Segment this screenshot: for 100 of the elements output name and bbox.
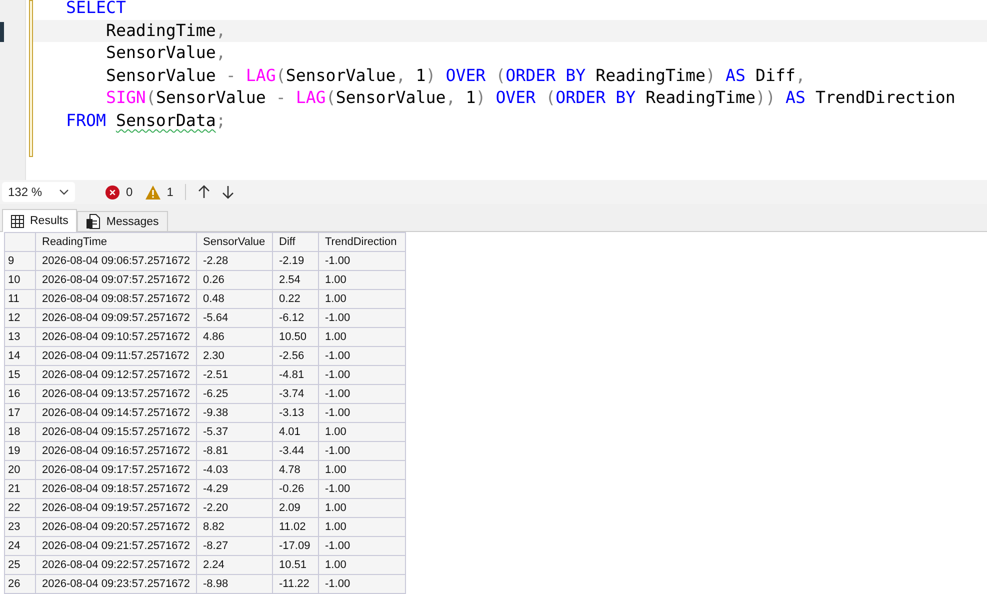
table-cell: -0.26 <box>272 480 318 498</box>
table-cell: 2.30 <box>196 346 272 366</box>
table-cell: 2026-08-04 09:17:57.2571672 <box>36 460 196 480</box>
row-number: 19 <box>4 442 36 460</box>
table-cell: -2.56 <box>272 346 318 366</box>
table-cell: 2026-08-04 09:20:57.2571672 <box>36 518 196 536</box>
table-cell: -8.98 <box>196 574 272 594</box>
table-cell: -4.81 <box>272 366 318 384</box>
warning-icon <box>144 184 161 200</box>
code-line: SIGN(SensorValue - LAG(SensorValue, 1) OVER (ORDER BY ReadingTime)) AS TrendDirection <box>104 87 956 109</box>
table-cell: -1.00 <box>318 252 406 270</box>
table-cell: 2026-08-04 09:13:57.2571672 <box>36 384 196 404</box>
row-number: 22 <box>4 498 36 518</box>
table-cell: 2026-08-04 09:09:57.2571672 <box>36 308 196 328</box>
zoom-dropdown[interactable]: 132 % <box>2 182 75 202</box>
table-cell: 11.02 <box>272 518 318 536</box>
table-cell: 2026-08-04 09:19:57.2571672 <box>36 498 196 518</box>
results-tab[interactable]: Results <box>2 209 78 232</box>
code-line: SensorValue, <box>104 42 227 64</box>
grid-icon <box>11 214 24 228</box>
table-cell: -6.12 <box>272 308 318 328</box>
table-cell: -2.28 <box>196 252 272 270</box>
results-tab[interactable]: Messages <box>77 211 168 231</box>
warning-count: 1 <box>166 185 174 199</box>
table-cell: 2026-08-04 09:22:57.2571672 <box>36 556 196 574</box>
table-cell: 0.26 <box>196 270 272 290</box>
error-icon <box>105 184 120 200</box>
table-cell: 2026-08-04 09:18:57.2571672 <box>36 480 196 498</box>
table-cell: 2026-08-04 09:23:57.2571672 <box>36 574 196 594</box>
document-icon <box>86 214 100 229</box>
table-cell: 2.24 <box>196 556 272 574</box>
table-cell: 1.00 <box>318 518 406 536</box>
table-cell: -1.00 <box>318 366 406 384</box>
table-cell: -3.44 <box>272 442 318 460</box>
row-number: 16 <box>4 384 36 404</box>
table-cell: 1.00 <box>318 270 406 290</box>
table-cell: -2.19 <box>272 252 318 270</box>
table-cell: -1.00 <box>318 346 406 366</box>
row-number: 11 <box>4 290 36 308</box>
row-number: 9 <box>4 252 36 270</box>
row-number: 13 <box>4 328 36 346</box>
caret-icon <box>59 189 69 195</box>
column-header[interactable]: ReadingTime <box>36 232 196 252</box>
table-cell: 0.48 <box>196 290 272 308</box>
table-cell: 2.54 <box>272 270 318 290</box>
table-cell: 2.09 <box>272 498 318 518</box>
table-cell: -1.00 <box>318 308 406 328</box>
column-header[interactable]: SensorValue <box>196 232 272 252</box>
table-cell: 2026-08-04 09:11:57.2571672 <box>36 346 196 366</box>
code-line: SensorValue - LAG(SensorValue, 1) OVER (ORDER BY ReadingTime) AS Diff, <box>104 64 806 87</box>
row-number: 20 <box>4 460 36 480</box>
table-cell: -9.38 <box>196 404 272 422</box>
table-cell: -2.51 <box>196 366 272 384</box>
table-cell: 1.00 <box>318 498 406 518</box>
row-number: 23 <box>4 518 36 536</box>
code-line: SELECT <box>65 0 127 19</box>
table-cell: 10.51 <box>272 556 318 574</box>
table-cell: 2026-08-04 09:10:57.2571672 <box>36 328 196 346</box>
row-number: 10 <box>4 270 36 290</box>
table-cell: 8.82 <box>196 518 272 536</box>
table-cell: -5.64 <box>196 308 272 328</box>
row-number: 12 <box>4 308 36 328</box>
error-count: 0 <box>126 185 133 199</box>
table-cell: 1.00 <box>318 460 406 480</box>
table-cell: -2.20 <box>196 498 272 518</box>
table-cell: 2026-08-04 09:07:57.2571672 <box>36 270 196 290</box>
table-cell: 4.86 <box>196 328 272 346</box>
table-cell: 1.00 <box>318 422 406 442</box>
table-cell: -4.03 <box>196 460 272 480</box>
table-cell: -3.13 <box>272 404 318 422</box>
table-cell: -4.29 <box>196 480 272 498</box>
column-header[interactable]: Diff <box>272 232 318 252</box>
row-number: 21 <box>4 480 36 498</box>
table-cell: -1.00 <box>318 574 406 594</box>
row-number: 18 <box>4 422 36 442</box>
table-cell: 2026-08-04 09:15:57.2571672 <box>36 422 196 442</box>
code-line: FROM SensorData; <box>65 110 227 132</box>
table-cell: -1.00 <box>318 442 406 460</box>
table-cell: 2026-08-04 09:14:57.2571672 <box>36 404 196 422</box>
arrow-down-icon[interactable] <box>222 185 234 199</box>
table-cell: 10.50 <box>272 328 318 346</box>
table-cell: 1.00 <box>318 556 406 574</box>
row-number: 17 <box>4 404 36 422</box>
row-number: 24 <box>4 536 36 556</box>
table-cell: 4.01 <box>272 422 318 442</box>
table-cell: -1.00 <box>318 384 406 404</box>
row-number: 14 <box>4 346 36 366</box>
table-cell: 1.00 <box>318 328 406 346</box>
table-cell: -17.09 <box>272 536 318 556</box>
column-header[interactable]: TrendDirection <box>318 232 406 252</box>
table-cell: 4.78 <box>272 460 318 480</box>
table-cell: -3.74 <box>272 384 318 404</box>
table-cell: 1.00 <box>318 290 406 308</box>
row-number: 26 <box>4 574 36 594</box>
row-number: 25 <box>4 556 36 574</box>
table-cell: -1.00 <box>318 404 406 422</box>
table-cell: 2026-08-04 09:08:57.2571672 <box>36 290 196 308</box>
table-cell: -8.81 <box>196 442 272 460</box>
arrow-up-icon[interactable] <box>198 185 210 199</box>
table-cell: 2026-08-04 09:21:57.2571672 <box>36 536 196 556</box>
